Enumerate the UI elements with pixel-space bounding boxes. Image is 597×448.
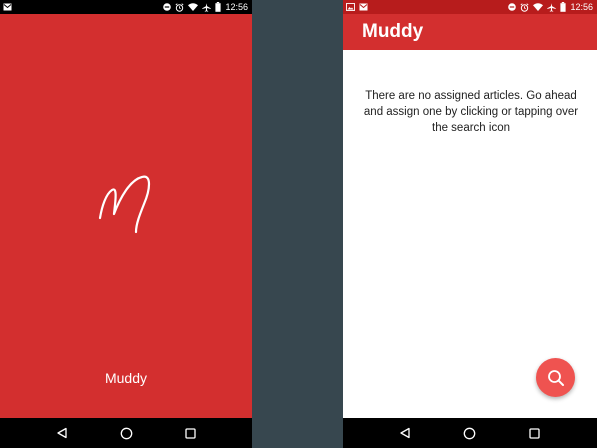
muddy-logo-icon: [98, 175, 151, 234]
splash-screen: 12:56 Muddy: [0, 0, 252, 448]
status-bar: 12:56: [343, 0, 597, 14]
mail-notification-icon: [359, 3, 368, 11]
do-not-disturb-icon: [163, 3, 172, 11]
alarm-icon: [175, 2, 184, 12]
home-icon[interactable]: [460, 423, 480, 443]
back-icon[interactable]: [52, 423, 72, 443]
battery-icon: [215, 2, 222, 12]
splash-app-name: Muddy: [104, 370, 148, 386]
status-time: 12:56: [225, 2, 248, 12]
search-fab-button[interactable]: [536, 358, 575, 397]
do-not-disturb-icon: [508, 3, 517, 11]
app-bar: Muddy: [343, 14, 597, 50]
main-screen: 12:56 Muddy There are no assigned articl…: [343, 0, 597, 448]
empty-state-message: There are no assigned articles. Go ahead…: [363, 90, 579, 134]
recents-icon[interactable]: [525, 423, 545, 443]
image-notification-icon: [346, 3, 355, 11]
battery-icon: [560, 2, 567, 12]
wifi-icon: [188, 3, 199, 11]
status-bar: 12:56: [0, 0, 252, 14]
navigation-bar: [343, 418, 597, 448]
status-time: 12:56: [570, 2, 593, 12]
mail-notification-icon: [3, 3, 12, 11]
alarm-icon: [520, 2, 529, 12]
airplane-mode-icon: [202, 2, 212, 12]
airplane-mode-icon: [547, 2, 557, 12]
recents-icon[interactable]: [180, 423, 200, 443]
home-icon[interactable]: [116, 423, 136, 443]
app-bar-title: Muddy: [362, 21, 424, 42]
back-icon[interactable]: [395, 423, 415, 443]
search-icon: [547, 369, 564, 386]
navigation-bar: [0, 418, 252, 448]
wifi-icon: [533, 3, 544, 11]
